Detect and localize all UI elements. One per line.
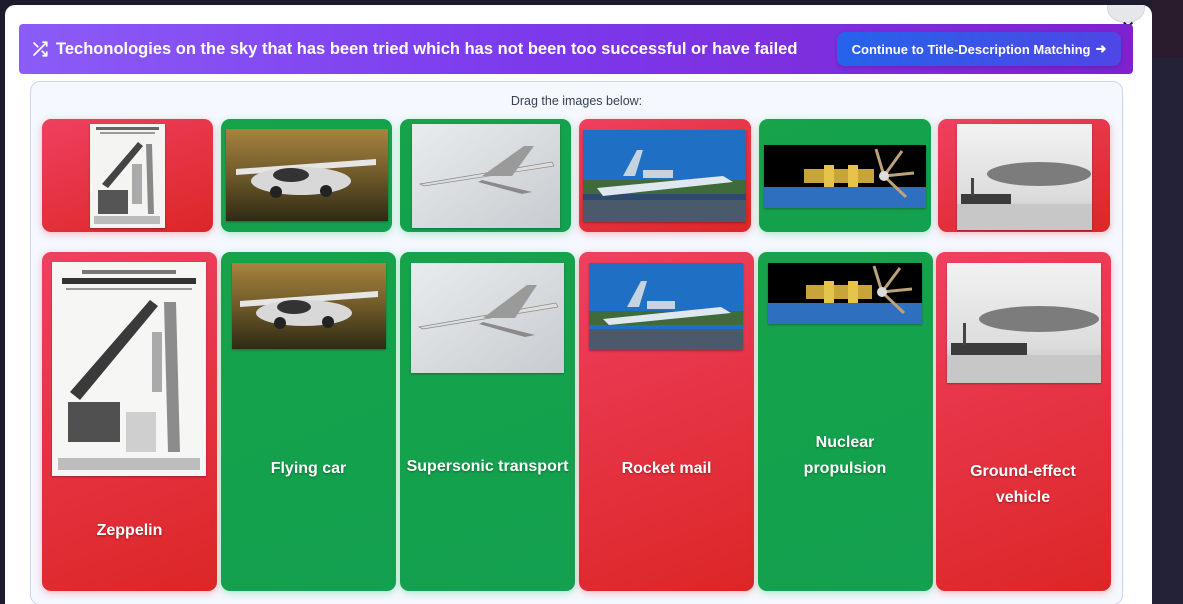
zeppelin-image: [947, 263, 1101, 383]
concorde-image: [412, 124, 560, 228]
target-label: Nuclear propulsion: [803, 434, 887, 477]
matching-modal: × Techonologies on the sky that has been…: [5, 5, 1152, 604]
zeppelin-image: [957, 124, 1092, 230]
target-label: Zeppelin: [96, 522, 163, 539]
nuclear-spacecraft-image: [764, 145, 926, 208]
image-card-flying-car[interactable]: [221, 119, 392, 232]
nuclear-spacecraft-image: [768, 263, 922, 324]
matching-panel: Drag the images below: Zeppelin Flying c…: [30, 81, 1123, 604]
image-card-zeppelin[interactable]: [938, 119, 1110, 232]
continue-button-label: Continue to Title-Description Matching: [851, 41, 1091, 57]
target-card-nuclear-propulsion[interactable]: Nuclear propulsion: [758, 252, 933, 591]
modal-header: Techonologies on the sky that has been t…: [19, 24, 1133, 74]
background-window: [1152, 0, 1183, 604]
flying-car-image: [226, 129, 388, 221]
concorde-image: [411, 263, 564, 373]
target-label: Supersonic transport: [406, 458, 569, 475]
shuffle-icon: [33, 41, 48, 57]
target-label: Ground-effect vehicle: [970, 463, 1076, 506]
image-card-rocket-mail[interactable]: [42, 119, 213, 232]
continue-button[interactable]: Continue to Title-Description Matching ➜: [837, 32, 1121, 66]
image-card-concorde[interactable]: [400, 119, 571, 232]
target-card-rocket-mail[interactable]: Rocket mail: [579, 252, 754, 591]
flying-car-image: [232, 263, 386, 349]
page-title: Techonologies on the sky that has been t…: [56, 40, 798, 58]
rocket-mail-poster-image: [90, 124, 165, 228]
target-card-supersonic-transport[interactable]: Supersonic transport: [400, 252, 575, 591]
target-card-flying-car[interactable]: Flying car: [221, 252, 396, 591]
target-label: Flying car: [270, 460, 347, 477]
background-band: [1152, 0, 1183, 58]
rocket-mail-poster-image: [52, 262, 206, 476]
ekranoplan-image: [583, 130, 746, 222]
target-card-zeppelin[interactable]: Zeppelin: [42, 252, 217, 591]
target-label: Rocket mail: [621, 460, 712, 477]
image-card-nuclear-propulsion[interactable]: [759, 119, 931, 232]
ekranoplan-image: [589, 263, 743, 350]
target-card-ground-effect-vehicle[interactable]: Ground-effect vehicle: [936, 252, 1111, 591]
image-card-ekranoplan[interactable]: [579, 119, 751, 232]
drag-instructions: Drag the images below:: [510, 94, 643, 108]
arrow-right-icon: ➜: [1095, 41, 1107, 56]
